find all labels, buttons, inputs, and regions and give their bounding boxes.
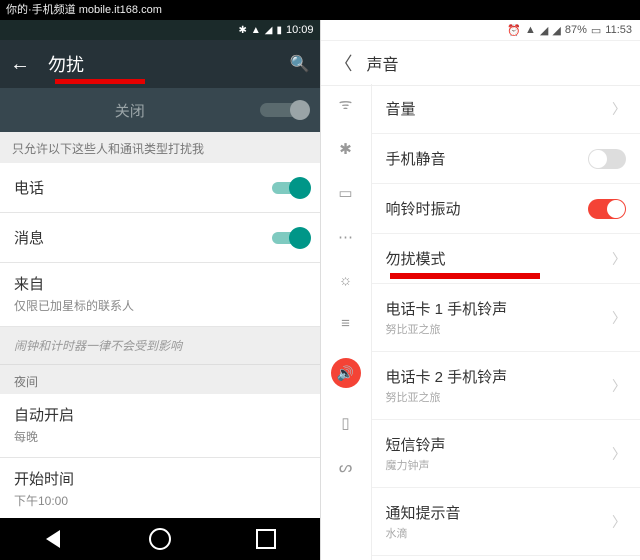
row-sim2-ringtone[interactable]: 电话卡 2 手机铃声 努比亚之旅 〉 bbox=[372, 352, 640, 420]
right-header: 〈 声音 bbox=[321, 41, 640, 86]
status-time: 10:09 bbox=[286, 24, 314, 36]
sound-tab-icon[interactable]: 🔊 bbox=[331, 358, 361, 388]
signal-icon: ◢ bbox=[540, 24, 548, 37]
row-messages[interactable]: 消息 bbox=[0, 213, 320, 263]
switch-off[interactable] bbox=[588, 149, 626, 169]
list-tab-icon[interactable]: ≡ bbox=[341, 315, 350, 332]
red-underline-annotation bbox=[55, 79, 145, 84]
right-screenshot: ⏰ ▲ ◢ ◢ 87% ▭ 11:53 〈 声音 ᯤ ✱ ▭ ⋯ ☼ ≡ 🔊 ▯… bbox=[321, 0, 640, 560]
chevron-right-icon: 〉 bbox=[612, 308, 626, 328]
nav-recent-icon[interactable] bbox=[255, 528, 277, 550]
page-title: 勿扰 bbox=[48, 51, 290, 77]
row-title: 自动开启 bbox=[14, 404, 306, 425]
settings-list: 音量 〉 手机静音 响铃时振动 勿扰模式 〉 电话卡 1 手机铃声 努比亚之旅 bbox=[372, 84, 640, 560]
red-underline-annotation bbox=[390, 273, 540, 279]
more-tab-icon[interactable]: ⋯ bbox=[338, 228, 353, 246]
bluetooth-icon: ✱ bbox=[238, 25, 246, 36]
row-mute[interactable]: 手机静音 bbox=[372, 134, 640, 184]
brightness-tab-icon[interactable]: ☼ bbox=[339, 272, 353, 289]
status-time: 11:53 bbox=[605, 24, 632, 36]
row-dnd-mode[interactable]: 勿扰模式 〉 bbox=[372, 234, 640, 284]
chevron-right-icon: 〉 bbox=[612, 376, 626, 396]
row-subtitle: 魔力钟声 bbox=[386, 457, 613, 473]
nav-home-icon[interactable] bbox=[149, 528, 171, 550]
section-subtitle: 只允许以下这些人和通讯类型打扰我 bbox=[0, 132, 320, 163]
row-subtitle: 仅限已加星标的联系人 bbox=[14, 297, 306, 314]
row-title: 音量 bbox=[386, 98, 613, 119]
row-vibrate[interactable]: 响铃时振动 bbox=[372, 184, 640, 234]
row-title: 手机静音 bbox=[386, 148, 589, 169]
switch-on[interactable] bbox=[272, 232, 306, 244]
row-subtitle: 每晚 bbox=[14, 428, 306, 445]
battery-icon: ▭ bbox=[591, 24, 601, 37]
row-title: 响铃时振动 bbox=[386, 198, 589, 219]
gesture-tab-icon[interactable]: ᔕ bbox=[339, 458, 352, 476]
row-start-time[interactable]: 开始时间 下午10:00 bbox=[0, 458, 320, 522]
right-status-bar: ⏰ ▲ ◢ ◢ 87% ▭ 11:53 bbox=[321, 20, 640, 41]
row-phone[interactable]: 电话 bbox=[0, 163, 320, 213]
row-title: 短信铃声 bbox=[386, 434, 613, 455]
dnd-master-toggle-row[interactable]: 关闭 bbox=[0, 88, 320, 132]
watermark-bar: 你的·手机频道 mobile.it168.com bbox=[0, 0, 640, 20]
row-from[interactable]: 来自 仅限已加星标的联系人 bbox=[0, 263, 320, 327]
wifi-icon: ▲ bbox=[251, 25, 261, 36]
nav-back-icon[interactable] bbox=[42, 528, 64, 550]
search-icon[interactable]: 🔍 bbox=[290, 54, 310, 74]
row-title: 来自 bbox=[14, 273, 306, 294]
category-sidebar: ᯤ ✱ ▭ ⋯ ☼ ≡ 🔊 ▯ ᔕ bbox=[321, 84, 372, 560]
row-other-tones[interactable]: 其他提示音 〉 bbox=[372, 556, 640, 560]
section-night: 夜间 bbox=[0, 364, 320, 394]
toggle-off-label: 关闭 bbox=[0, 100, 260, 121]
battery-percent: 87% bbox=[565, 24, 587, 36]
device-tab-icon[interactable]: ▯ bbox=[341, 414, 349, 432]
row-title: 开始时间 bbox=[14, 468, 306, 489]
wifi-icon: ▲ bbox=[525, 24, 536, 36]
row-label: 消息 bbox=[14, 227, 272, 248]
row-title: 电话卡 2 手机铃声 bbox=[386, 366, 613, 387]
alarm-note: 闹钟和计时器一律不会受到影响 bbox=[0, 327, 320, 364]
row-subtitle: 努比亚之旅 bbox=[386, 389, 613, 405]
display-tab-icon[interactable]: ▭ bbox=[338, 184, 352, 202]
row-notification-tone[interactable]: 通知提示音 水滴 〉 bbox=[372, 488, 640, 556]
row-title: 电话卡 1 手机铃声 bbox=[386, 298, 613, 319]
chevron-right-icon: 〉 bbox=[612, 512, 626, 532]
android-nav-bar bbox=[0, 518, 320, 560]
row-subtitle: 下午10:00 bbox=[14, 492, 306, 509]
row-auto-on[interactable]: 自动开启 每晚 bbox=[0, 394, 320, 458]
left-screenshot: ✱ ▲ ◢ ▮ 10:09 ← 勿扰 🔍 关闭 只允许以下这些人和通讯类型打扰我… bbox=[0, 0, 321, 560]
wifi-tab-icon[interactable]: ᯤ bbox=[339, 94, 353, 114]
alarm-icon: ⏰ bbox=[507, 24, 521, 37]
row-label: 电话 bbox=[14, 177, 272, 198]
back-chevron-icon[interactable]: 〈 bbox=[335, 50, 353, 76]
row-title: 勿扰模式 bbox=[386, 248, 613, 269]
row-subtitle: 努比亚之旅 bbox=[386, 321, 613, 337]
left-header: ← 勿扰 🔍 bbox=[0, 40, 320, 88]
signal-icon: ◢ bbox=[265, 25, 273, 36]
page-title: 声音 bbox=[367, 51, 399, 75]
left-status-bar: ✱ ▲ ◢ ▮ 10:09 bbox=[0, 20, 320, 40]
switch-on[interactable] bbox=[272, 182, 306, 194]
chevron-right-icon: 〉 bbox=[612, 444, 626, 464]
signal-icon: ◢ bbox=[552, 24, 560, 37]
row-volume[interactable]: 音量 〉 bbox=[372, 84, 640, 134]
row-sms-tone[interactable]: 短信铃声 魔力钟声 〉 bbox=[372, 420, 640, 488]
chevron-right-icon: 〉 bbox=[612, 249, 626, 269]
bluetooth-tab-icon[interactable]: ✱ bbox=[339, 140, 352, 158]
switch-on[interactable] bbox=[588, 199, 626, 219]
row-title: 通知提示音 bbox=[386, 502, 613, 523]
master-toggle[interactable] bbox=[260, 103, 306, 117]
back-arrow-icon[interactable]: ← bbox=[10, 53, 30, 76]
row-sim1-ringtone[interactable]: 电话卡 1 手机铃声 努比亚之旅 〉 bbox=[372, 284, 640, 352]
battery-icon: ▮ bbox=[276, 25, 282, 36]
row-subtitle: 水滴 bbox=[386, 525, 613, 541]
chevron-right-icon: 〉 bbox=[612, 99, 626, 119]
